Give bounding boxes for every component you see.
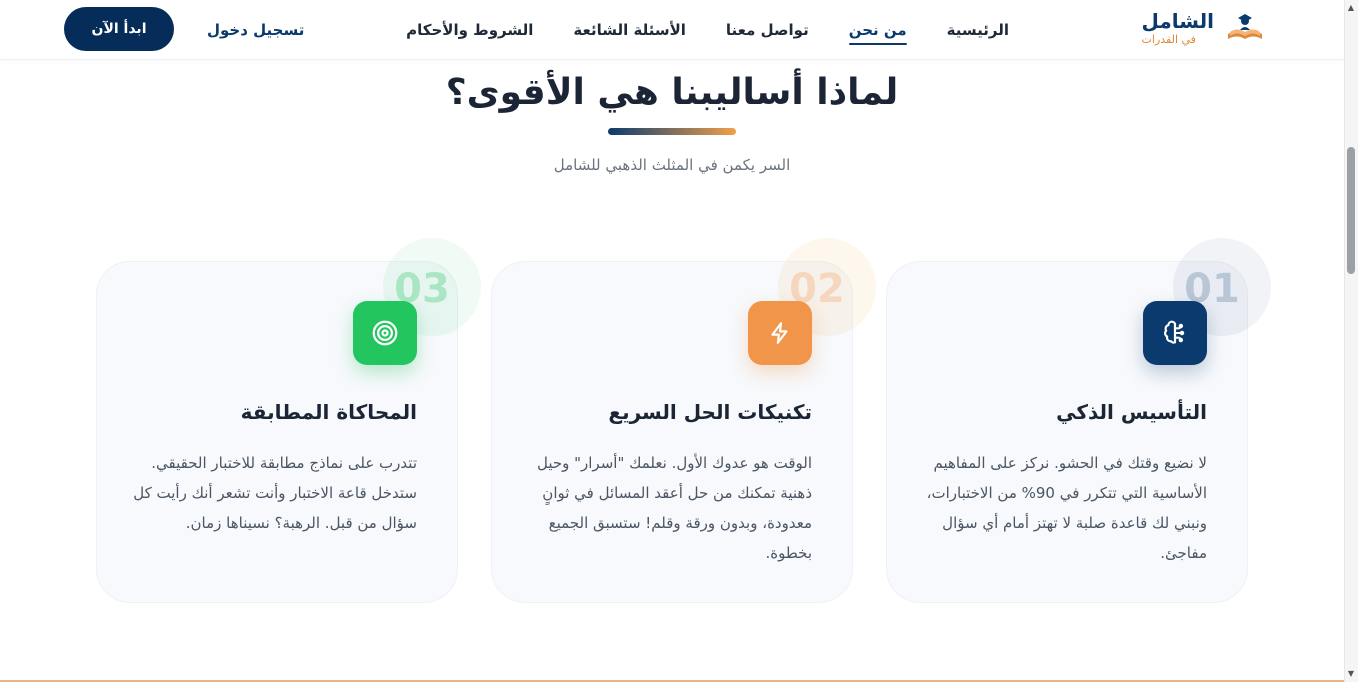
nav-link-contact[interactable]: تواصل معنا xyxy=(706,0,829,60)
card-description: الوقت هو عدوك الأول. نعلمك "أسرار" وحيل … xyxy=(536,454,812,562)
main-nav: الرئيسية من نحن تواصل معنا الأسئلة الشائ… xyxy=(386,0,1029,60)
page-scrollbar[interactable]: ▲ ▼ xyxy=(1344,0,1358,682)
target-icon xyxy=(353,301,417,365)
title-underline xyxy=(608,128,736,135)
feature-card-smart-foundation: 01 التأسيس الذكي لا نضيع وقتك في الحشو. … xyxy=(886,238,1271,603)
book-logo-icon xyxy=(1224,12,1266,44)
feature-card-matching-simulation: 03 المحاكاة المطابقة تتدرب على نماذج مطا… xyxy=(96,238,481,603)
card-title: المحاكاة المطابقة xyxy=(240,400,417,424)
card-description: لا نضيع وقتك في الحشو. نركز على المفاهيم… xyxy=(926,454,1207,562)
card-title: التأسيس الذكي xyxy=(1056,400,1207,424)
scrollbar-thumb[interactable] xyxy=(1347,147,1355,274)
nav-link-about[interactable]: من نحن xyxy=(829,0,927,60)
site-logo[interactable]: الشامل في القدرات xyxy=(1142,11,1266,45)
section-subtitle: السر يكمن في المثلث الذهبي للشامل xyxy=(553,156,791,174)
top-navbar: الشامل في القدرات الرئيسية من نحن تواصل … xyxy=(0,0,1344,60)
scroll-up-arrow-icon[interactable]: ▲ xyxy=(1347,4,1355,12)
login-link[interactable]: تسجيل دخول xyxy=(207,0,304,60)
nav-link-terms[interactable]: الشروط والأحكام xyxy=(386,0,553,60)
logo-subtitle: في القدرات xyxy=(1141,33,1196,46)
scroll-down-arrow-icon[interactable]: ▼ xyxy=(1347,670,1355,678)
card-title: تكنيكات الحل السريع xyxy=(608,400,812,424)
card-description: تتدرب على نماذج مطابقة للاختبار الحقيقي.… xyxy=(133,454,417,532)
start-now-button[interactable]: ابدأ الآن xyxy=(64,7,174,51)
nav-link-faq[interactable]: الأسئلة الشائعة xyxy=(553,0,706,60)
nav-link-home[interactable]: الرئيسية xyxy=(927,0,1029,60)
section-title: لماذا أساليبنا هي الأقوى؟ xyxy=(445,72,899,113)
brain-icon xyxy=(1143,301,1207,365)
logo-title: الشامل xyxy=(1141,9,1214,33)
lightning-icon xyxy=(748,301,812,365)
feature-card-fast-techniques: 02 تكنيكات الحل السريع الوقت هو عدوك الأ… xyxy=(491,238,876,603)
